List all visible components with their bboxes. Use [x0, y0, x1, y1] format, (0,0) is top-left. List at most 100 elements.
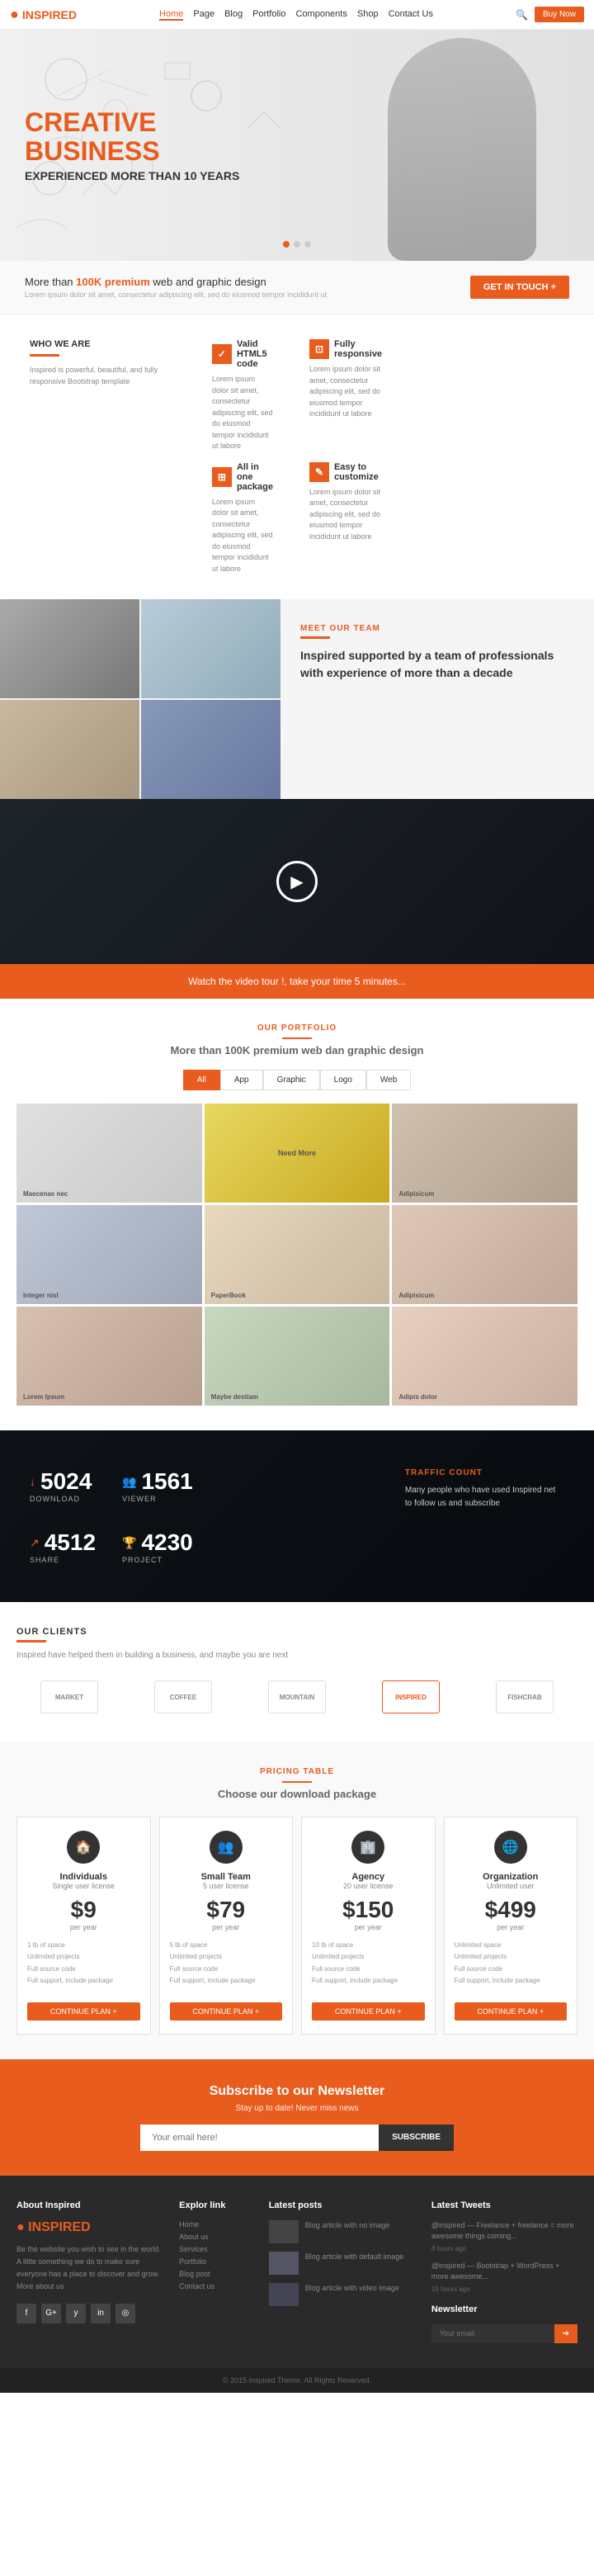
- newsletter-subtitle: Stay up to date! Never miss news: [16, 2104, 578, 2113]
- footer-link-blog[interactable]: Blog post: [179, 2270, 252, 2278]
- portfolio-item[interactable]: Maecenas nec: [16, 1104, 202, 1203]
- hero-dot-3[interactable]: [304, 241, 311, 248]
- pricing-features: 5 tb of spaceUnlimited projectsFull sour…: [170, 1940, 283, 1988]
- portfolio-item[interactable]: Adipisicum: [392, 1205, 578, 1304]
- clients-divider: [16, 1640, 46, 1642]
- pricing-cta-individuals[interactable]: CONTINUE PLAN +: [27, 2002, 140, 2021]
- nav-shop[interactable]: Shop: [357, 9, 379, 21]
- tweet-text: @inspired — Bootstrap + WordPress + more…: [431, 2261, 578, 2283]
- footer-link-home[interactable]: Home: [179, 2220, 252, 2229]
- footer-grid: About Inspired ● INSPIRED Be the website…: [16, 2200, 578, 2343]
- hero-dot-2[interactable]: [294, 241, 300, 248]
- nav-portfolio[interactable]: Portfolio: [252, 9, 285, 21]
- newsletter-title: Subscribe to our Newsletter: [16, 2084, 578, 2099]
- clients-logos: MARKET COFFEE MOUNTAIN INSPIRED FISHCRAB: [16, 1676, 578, 1718]
- team-description: Inspired supported by a team of professi…: [300, 647, 574, 682]
- stat-project: 🏆 4230 PROJECT: [109, 1516, 206, 1577]
- portfolio-item[interactable]: Maybe destiam: [205, 1307, 390, 1406]
- post-thumbnail: [269, 2283, 299, 2306]
- stat-label: DOWNLOAD: [30, 1495, 96, 1503]
- footer-link-services[interactable]: Services: [179, 2245, 252, 2253]
- newsletter-section: Subscribe to our Newsletter Stay up to d…: [0, 2059, 594, 2176]
- footer-tweets: Latest Tweets @inspired — Freelance + fr…: [431, 2200, 578, 2343]
- footer-link-about[interactable]: About us: [179, 2233, 252, 2241]
- nav-contact[interactable]: Contact Us: [389, 9, 433, 21]
- logo[interactable]: ● INSPIRED: [10, 6, 77, 23]
- download-icon: ↓: [30, 1475, 35, 1488]
- nav-blog[interactable]: Blog: [224, 9, 243, 21]
- portfolio-item-label: Adipisicum: [398, 1292, 434, 1299]
- footer-about-title: About Inspired: [16, 2200, 163, 2210]
- tweet-time: 15 hours ago: [431, 2285, 578, 2293]
- twitter-icon[interactable]: y: [66, 2304, 86, 2323]
- post-text[interactable]: Blog article with no image: [305, 2220, 390, 2232]
- client-logo: MARKET: [36, 1676, 102, 1718]
- search-icon[interactable]: 🔍: [516, 9, 528, 21]
- filter-logo[interactable]: Logo: [320, 1070, 366, 1090]
- stats-grid: ↓ 5024 DOWNLOAD 👥 1561 VIEWER ↗ 4512 SHA…: [16, 1455, 578, 1577]
- stat-share: ↗ 4512 SHARE: [16, 1516, 109, 1577]
- portfolio-item[interactable]: Lorem Ipsum: [16, 1307, 202, 1406]
- portfolio-header: OUR PORTFOLIO More than 100K premium web…: [16, 1023, 578, 1056]
- footer-link-portfolio[interactable]: Portfolio: [179, 2257, 252, 2266]
- footer-link-contact[interactable]: Contact us: [179, 2282, 252, 2290]
- portfolio-section: OUR PORTFOLIO More than 100K premium web…: [0, 999, 594, 1430]
- filter-all[interactable]: All: [183, 1070, 220, 1090]
- buy-now-button[interactable]: Buy Now: [535, 7, 584, 22]
- pricing-price: $499: [455, 1897, 568, 1923]
- team-images: [0, 599, 280, 799]
- pricing-icon-team: 👥: [210, 1831, 243, 1864]
- footer-newsletter-button[interactable]: ➔: [554, 2324, 578, 2343]
- portfolio-item[interactable]: Integer nisl: [16, 1205, 202, 1304]
- portfolio-item[interactable]: Adipisicum: [392, 1104, 578, 1203]
- pricing-header: PRICING TABLE Choose our download packag…: [16, 1767, 578, 1800]
- html5-icon: ✓: [212, 344, 232, 364]
- pricing-period: per year: [27, 1923, 140, 1931]
- filter-app[interactable]: App: [220, 1070, 263, 1090]
- footer-posts: Latest posts Blog article with no image …: [269, 2200, 415, 2343]
- hero-dot-1[interactable]: [283, 241, 290, 248]
- portfolio-grid: Maecenas nec Need More Adipisicum Intege…: [16, 1104, 578, 1406]
- newsletter-email-input[interactable]: [140, 2125, 379, 2151]
- googleplus-icon[interactable]: G+: [41, 2304, 61, 2323]
- portfolio-item[interactable]: Adipis dolor: [392, 1307, 578, 1406]
- clients-subtitle: Inspired have helped them in building a …: [16, 1651, 578, 1660]
- nav-right: 🔍 Buy Now: [516, 7, 584, 22]
- facebook-icon[interactable]: f: [16, 2304, 36, 2323]
- hero-content: CREATIVE BUSINESS EXPERIENCED MORE THAN …: [25, 108, 289, 182]
- pricing-individuals: 🏠 Individuals Single user license $9 per…: [16, 1817, 151, 2035]
- traffic-label: TRAFFIC COUNT: [405, 1468, 564, 1477]
- video-section: ▶: [0, 799, 594, 964]
- feature-text: Lorem ipsum dolor sit amet, consectetur …: [309, 487, 382, 543]
- instagram-icon[interactable]: ◎: [116, 2304, 135, 2323]
- portfolio-item-label: Maecenas nec: [23, 1190, 68, 1198]
- team-content: MEET OUR TEAM Inspired supported by a te…: [280, 599, 594, 799]
- team-photo-1: [0, 599, 139, 698]
- pricing-icon-agency: 🏢: [351, 1831, 384, 1864]
- post-item: Blog article with video image: [269, 2283, 415, 2306]
- feature-html5: ✓ Valid HTML5 code Lorem ipsum dolor sit…: [199, 339, 286, 452]
- pricing-price: $150: [312, 1897, 425, 1923]
- get-in-touch-button[interactable]: GET IN TOUCH +: [470, 276, 569, 299]
- pricing-cta-agency[interactable]: CONTINUE PLAN +: [312, 2002, 425, 2021]
- pricing-cta-team[interactable]: CONTINUE PLAN +: [170, 2002, 283, 2021]
- newsletter-submit-button[interactable]: SUBSCRIBE: [379, 2125, 454, 2151]
- stat-label: VIEWER: [122, 1495, 193, 1503]
- filter-web[interactable]: Web: [366, 1070, 411, 1090]
- newsletter-form: SUBSCRIBE: [140, 2125, 454, 2151]
- portfolio-item[interactable]: Need More: [205, 1104, 390, 1203]
- linkedin-icon[interactable]: in: [91, 2304, 111, 2323]
- video-play-button[interactable]: ▶: [276, 861, 318, 902]
- footer-email-input[interactable]: [431, 2324, 554, 2343]
- post-text[interactable]: Blog article with default image: [305, 2252, 404, 2263]
- nav-page[interactable]: Page: [193, 9, 214, 21]
- portfolio-item[interactable]: PaperBook: [205, 1205, 390, 1304]
- nav-home[interactable]: Home: [159, 9, 183, 21]
- pricing-cta-org[interactable]: CONTINUE PLAN +: [455, 2002, 568, 2021]
- post-thumbnail: [269, 2220, 299, 2243]
- feature-who-we-are: WHO WE ARE Inspired is powerful, beautif…: [16, 339, 192, 574]
- footer-about: About Inspired ● INSPIRED Be the website…: [16, 2200, 163, 2343]
- filter-graphic[interactable]: Graphic: [263, 1070, 320, 1090]
- post-text[interactable]: Blog article with video image: [305, 2283, 399, 2295]
- nav-components[interactable]: Components: [295, 9, 346, 21]
